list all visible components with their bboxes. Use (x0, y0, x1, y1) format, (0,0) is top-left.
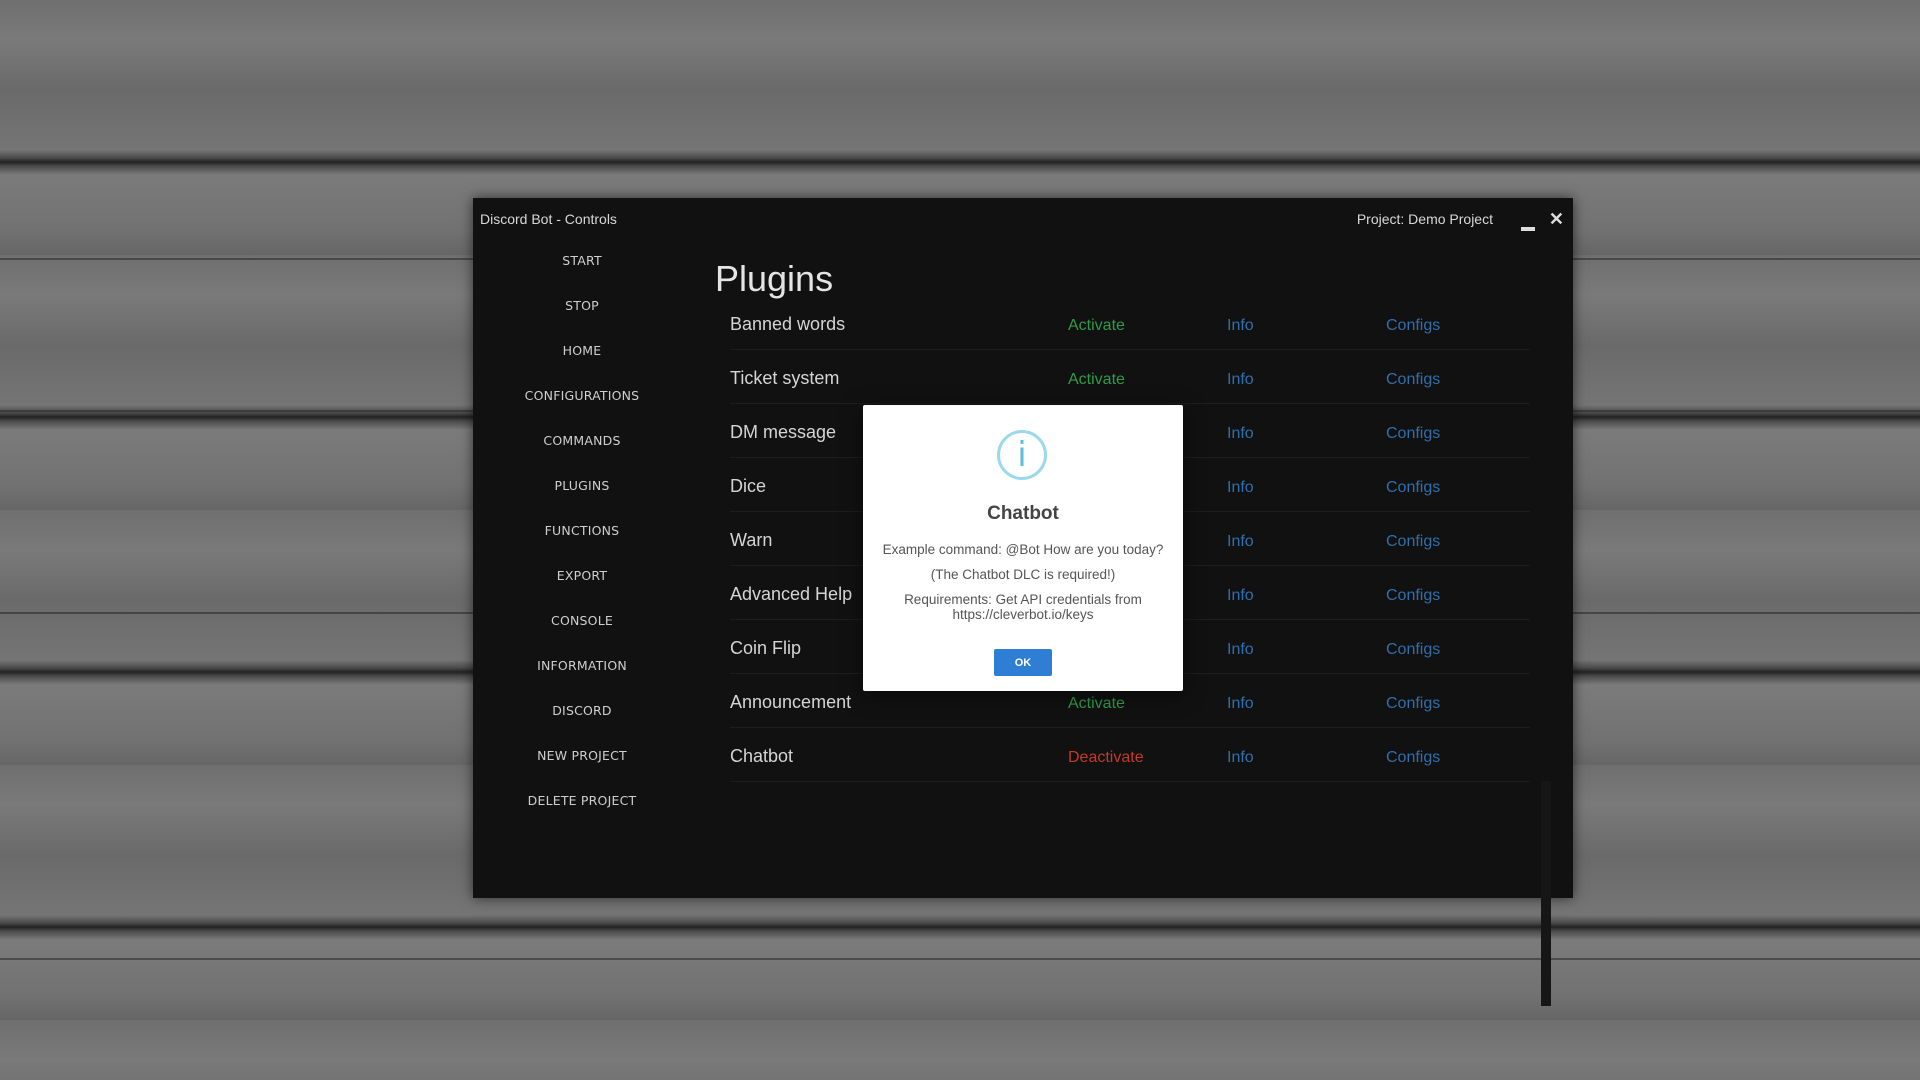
plugin-name: DM message (730, 422, 837, 442)
activate-link[interactable]: Activate (1068, 317, 1125, 335)
ok-button[interactable]: OK (994, 649, 1052, 676)
sidebar-item-functions[interactable]: FUNCTIONS (473, 523, 691, 568)
sidebar-item-commands[interactable]: COMMANDS (473, 433, 691, 478)
plugin-name: Dice (730, 476, 767, 496)
sidebar-item-export[interactable]: EXPORT (473, 568, 691, 613)
sidebar-item-delete-project[interactable]: DELETE PROJECT (473, 793, 691, 838)
sidebar-item-stop[interactable]: STOP (473, 298, 691, 343)
configs-link[interactable]: Configs (1386, 641, 1440, 659)
dialog-example-text: Example command: @Bot How are you today? (882, 542, 1164, 557)
info-link[interactable]: Info (1227, 371, 1254, 389)
plugin-name: Banned words (730, 314, 846, 334)
configs-link[interactable]: Configs (1386, 425, 1440, 443)
configs-link[interactable]: Configs (1386, 533, 1440, 551)
info-link[interactable]: Info (1227, 749, 1254, 767)
title-bar: Discord Bot - Controls Project: Demo Pro… (473, 198, 1573, 238)
activate-link[interactable]: Activate (1068, 695, 1125, 713)
activate-link[interactable]: Activate (1068, 371, 1125, 389)
configs-link[interactable]: Configs (1386, 587, 1440, 605)
project-label: Project: Demo Project (1356, 211, 1493, 227)
sidebar-item-plugins[interactable]: PLUGINS (473, 478, 691, 523)
dialog-requirements-text: Requirements: Get API credentials from (904, 592, 1142, 607)
plugin-name: Ticket system (730, 368, 840, 388)
configs-link[interactable]: Configs (1386, 371, 1440, 389)
info-link[interactable]: Info (1227, 641, 1254, 659)
info-icon: i (997, 430, 1047, 480)
sidebar-item-configurations[interactable]: CONFIGURATIONS (473, 388, 691, 433)
plugin-name: Advanced Help (730, 584, 853, 604)
sidebar-item-discord[interactable]: DISCORD (473, 703, 691, 748)
plugin-row: Banned words Activate Info Configs (730, 296, 1530, 350)
sidebar: START STOP HOME CONFIGURATIONS COMMANDS … (473, 253, 691, 838)
page-title: Plugins (715, 258, 834, 299)
plugin-row: Chatbot Deactivate Info Configs (730, 728, 1530, 782)
info-link[interactable]: Info (1227, 425, 1254, 443)
configs-link[interactable]: Configs (1386, 317, 1440, 335)
info-link[interactable]: Info (1227, 317, 1254, 335)
configs-link[interactable]: Configs (1386, 695, 1440, 713)
minimize-icon[interactable] (1521, 218, 1535, 231)
info-link[interactable]: Info (1227, 587, 1254, 605)
window-title: Discord Bot - Controls (480, 211, 617, 227)
info-link[interactable]: Info (1227, 479, 1254, 497)
plugin-scrollbar[interactable] (1541, 781, 1551, 1006)
plugin-name: Chatbot (730, 746, 794, 766)
sidebar-item-home[interactable]: HOME (473, 343, 691, 388)
sidebar-item-console[interactable]: CONSOLE (473, 613, 691, 658)
deactivate-link[interactable]: Deactivate (1068, 749, 1144, 767)
configs-link[interactable]: Configs (1386, 479, 1440, 497)
close-icon[interactable]: ✕ (1549, 209, 1564, 230)
info-link[interactable]: Info (1227, 533, 1254, 551)
sidebar-item-new-project[interactable]: NEW PROJECT (473, 748, 691, 793)
dialog-title: Chatbot (987, 503, 1059, 524)
info-dialog: i Chatbot Example command: @Bot How are … (863, 405, 1183, 691)
sidebar-item-start[interactable]: START (473, 253, 691, 298)
dialog-dlc-text: (The Chatbot DLC is required!) (930, 567, 1116, 582)
plugin-row: Ticket system Activate Info Configs (730, 350, 1530, 404)
configs-link[interactable]: Configs (1386, 749, 1440, 767)
plugin-name: Warn (730, 530, 773, 550)
plugin-name: Announcement (730, 692, 852, 712)
dialog-requirements-url: https://cleverbot.io/keys (952, 607, 1094, 622)
info-link[interactable]: Info (1227, 695, 1254, 713)
sidebar-item-information[interactable]: INFORMATION (473, 658, 691, 703)
plugin-name: Coin Flip (730, 638, 802, 658)
